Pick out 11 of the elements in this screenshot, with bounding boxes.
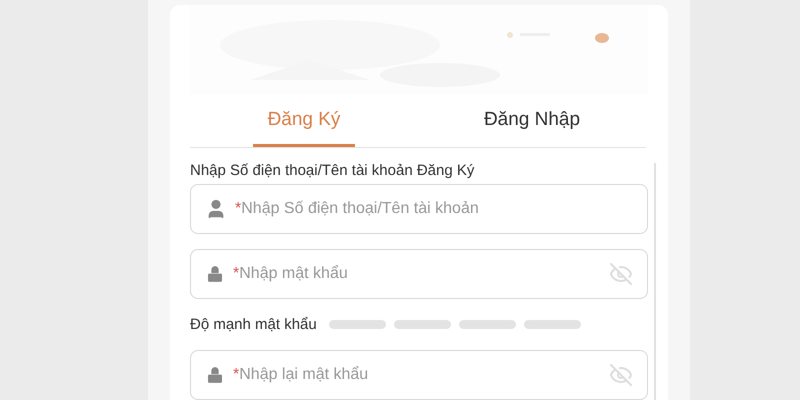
eye-off-icon[interactable]: [609, 262, 633, 286]
lock-icon: [205, 264, 225, 284]
field-label: Nhập Số điện thoại/Tên tài khoản Đăng Ký: [190, 162, 476, 179]
input-field[interactable]: *Nhập mật khẩu: [190, 249, 648, 299]
lock-icon: [205, 365, 225, 385]
eye-off-icon[interactable]: [609, 363, 633, 387]
input-field[interactable]: *Nhập Số điện thoại/Tên tài khoản: [190, 184, 648, 234]
tab[interactable]: Đăng Nhập: [418, 95, 646, 147]
input-field[interactable]: *Nhập lại mật khẩu: [190, 350, 648, 400]
strength-label: Độ mạnh mật khẩu: [190, 316, 317, 333]
tab[interactable]: Đăng Ký: [190, 95, 418, 147]
